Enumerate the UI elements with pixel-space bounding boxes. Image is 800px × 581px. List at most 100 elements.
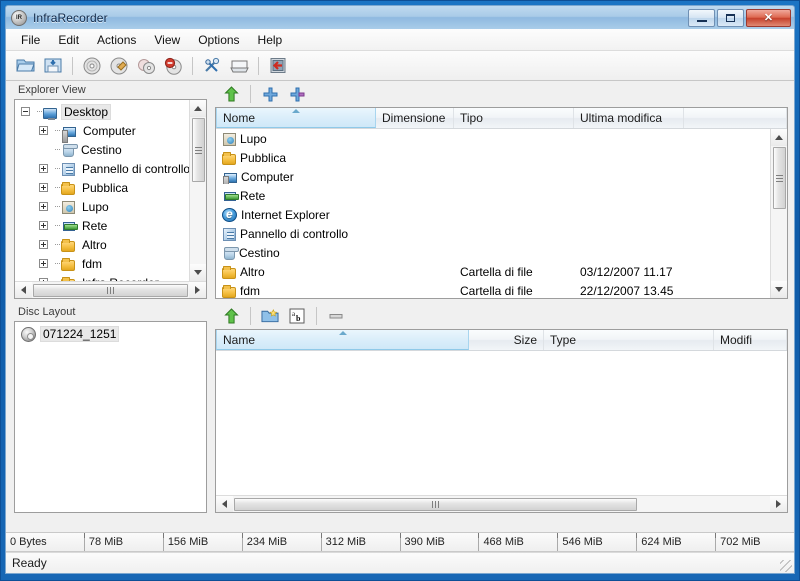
eject-button[interactable] — [227, 54, 251, 78]
burn-image-button[interactable] — [80, 54, 104, 78]
table-row[interactable]: Internet Explorer — [216, 205, 787, 224]
scrollbar-track[interactable] — [233, 497, 770, 512]
rename-button[interactable]: a b — [285, 304, 309, 328]
tree-toggle-plus-icon[interactable] — [39, 126, 48, 135]
minimize-button[interactable] — [688, 8, 715, 27]
user-folder-icon — [223, 133, 236, 146]
scrollbar-thumb[interactable] — [191, 118, 205, 182]
table-row[interactable]: Rete — [216, 186, 787, 205]
new-folder-button[interactable] — [258, 304, 282, 328]
table-row[interactable]: Computer — [216, 167, 787, 186]
tools-icon — [204, 57, 219, 72]
menu-edit[interactable]: Edit — [49, 30, 88, 50]
scroll-left-button[interactable] — [216, 495, 233, 512]
disc-project-panel[interactable]: 071224_1251 — [14, 321, 207, 513]
tree-item-rete[interactable]: Rete — [15, 216, 206, 235]
tree-toggle-plus-icon[interactable] — [39, 278, 48, 281]
folder-tree-panel[interactable]: Desktop Computer Cestino Pannello di con… — [14, 99, 207, 299]
scrollbar-thumb[interactable] — [33, 283, 188, 297]
tree-item-lupo[interactable]: Lupo — [15, 197, 206, 216]
tree-toggle-minus-icon[interactable] — [21, 107, 30, 116]
explorer-vertical-scrollbar[interactable] — [770, 129, 787, 298]
open-project-button[interactable] — [14, 54, 38, 78]
menu-actions[interactable]: Actions — [88, 30, 145, 50]
scroll-right-button[interactable] — [770, 495, 787, 512]
table-row[interactable]: Lupo — [216, 129, 787, 148]
scrollbar-thumb[interactable] — [234, 497, 637, 511]
maximize-button[interactable] — [717, 8, 744, 27]
column-header-blank[interactable] — [684, 108, 787, 128]
new-folder-icon — [261, 309, 279, 323]
explorer-rows[interactable]: Lupo Pubblica Computer Rete e Internet E… — [216, 129, 787, 298]
tree-item-pannello-di-controllo[interactable]: Pannello di controllo — [15, 159, 206, 178]
remove-button[interactable] — [324, 304, 348, 328]
column-header-name[interactable]: Name — [216, 330, 469, 350]
tree-item-desktop[interactable]: Desktop — [15, 102, 206, 121]
menu-file[interactable]: File — [12, 30, 49, 50]
table-row[interactable]: Altro Cartella di file 03/12/2007 11.17 — [216, 262, 787, 281]
column-header-type[interactable]: Type — [544, 330, 714, 350]
table-row[interactable]: fdm Cartella di file 22/12/2007 13.45 — [216, 281, 787, 298]
column-header-dimensione[interactable]: Dimensione — [376, 108, 454, 128]
disc-layout-horizontal-scrollbar[interactable] — [216, 495, 787, 512]
burn-compilation-button[interactable] — [107, 54, 131, 78]
tree-item-computer[interactable]: Computer — [15, 121, 206, 143]
tree-toggle-plus-icon[interactable] — [39, 259, 48, 268]
folder-tree[interactable]: Desktop Computer Cestino Pannello di con… — [15, 100, 206, 281]
table-row[interactable]: Pubblica — [216, 148, 787, 167]
eject-drive-icon — [229, 60, 249, 72]
resize-grip-icon[interactable] — [780, 560, 792, 572]
menu-view[interactable]: View — [145, 30, 189, 50]
tree-item-altro[interactable]: Altro — [15, 235, 206, 254]
tree-item-cestino[interactable]: Cestino — [15, 140, 206, 159]
column-header-tipo[interactable]: Tipo — [454, 108, 574, 128]
tree-vertical-scrollbar[interactable] — [189, 100, 206, 281]
computer-icon — [62, 127, 76, 143]
column-header-ultima-modifica[interactable]: Ultima modifica — [574, 108, 684, 128]
table-row[interactable]: Pannello di controllo — [216, 224, 787, 243]
application-window: IR InfraRecorder ✕ File Edit Actions Vie… — [0, 0, 800, 581]
tree-item-fdm[interactable]: fdm — [15, 254, 206, 273]
disc-layout-list-column: a b Name Size Type Modifi — [211, 303, 794, 517]
menu-options[interactable]: Options — [189, 30, 248, 50]
add-folder-button[interactable] — [285, 82, 309, 106]
explorer-file-list[interactable]: Nome Dimensione Tipo Ultima modifica Lup… — [215, 107, 788, 299]
menu-help[interactable]: Help — [249, 30, 292, 50]
scroll-down-button[interactable] — [770, 281, 787, 298]
column-header-modified[interactable]: Modifi — [714, 330, 787, 350]
tree-connector — [51, 254, 61, 273]
add-files-button[interactable] — [258, 82, 282, 106]
table-row[interactable]: Cestino — [216, 243, 787, 262]
scrollbar-track[interactable] — [32, 283, 189, 298]
scroll-left-button[interactable] — [15, 281, 32, 298]
copy-disc-button[interactable] — [134, 54, 158, 78]
disc-tools-button[interactable] — [200, 54, 224, 78]
tree-horizontal-scrollbar[interactable] — [15, 281, 206, 298]
scroll-up-button[interactable] — [770, 129, 787, 146]
tree-toggle-plus-icon[interactable] — [39, 221, 48, 230]
tree-item-pubblica[interactable]: Pubblica — [15, 178, 206, 197]
tree-toggle-plus-icon[interactable] — [39, 183, 48, 192]
tree-item-infra-recorder[interactable]: Infra Recorder — [15, 273, 206, 281]
disc-layout-rows[interactable] — [216, 351, 787, 495]
tree-toggle-plus-icon[interactable] — [39, 240, 48, 249]
go-up-button[interactable] — [219, 82, 243, 106]
erase-disc-button[interactable] — [161, 54, 185, 78]
tree-toggle-plus-icon[interactable] — [39, 202, 48, 211]
scroll-up-button[interactable] — [189, 100, 206, 117]
tree-toggle-plus-icon[interactable] — [39, 164, 48, 173]
go-up-button[interactable] — [219, 304, 243, 328]
scroll-down-button[interactable] — [189, 264, 206, 281]
exit-button[interactable] — [266, 54, 290, 78]
close-button[interactable]: ✕ — [746, 8, 791, 27]
column-header-size[interactable]: Size — [469, 330, 544, 350]
disc-project-item[interactable]: 071224_1251 — [15, 324, 206, 343]
column-header-nome[interactable]: Nome — [216, 108, 376, 128]
save-project-button[interactable] — [41, 54, 65, 78]
scroll-right-button[interactable] — [189, 281, 206, 298]
disc-layout-file-list[interactable]: Name Size Type Modifi — [215, 329, 788, 513]
scrollbar-thumb[interactable] — [772, 147, 786, 209]
disc-project-tree[interactable]: 071224_1251 — [15, 322, 206, 512]
file-name: Cestino — [239, 245, 280, 260]
file-modified: 22/12/2007 13.45 — [580, 283, 674, 298]
